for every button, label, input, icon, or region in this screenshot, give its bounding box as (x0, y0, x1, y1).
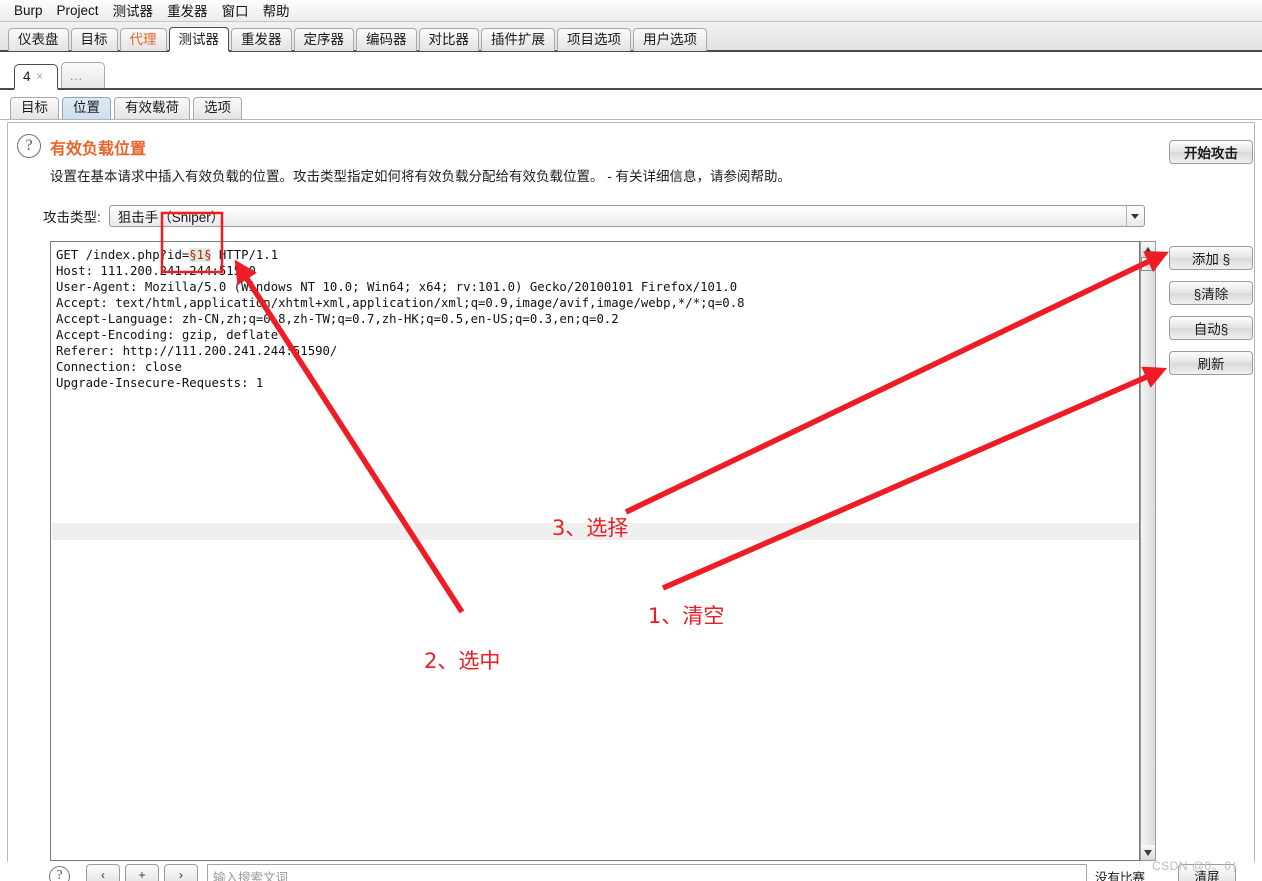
request-line-upgrade: Upgrade-Insecure-Requests: 1 (56, 376, 264, 390)
request-line-1-pre: GET /index.php?id= (56, 248, 190, 262)
attack-type-select[interactable]: 狙击手（Sniper） (108, 205, 1145, 227)
search-prev-button[interactable]: ‹ (86, 864, 120, 881)
attack-type-label: 攻击类型: (43, 210, 101, 225)
main-tab-strip: 仪表盘 目标 代理 测试器 重发器 定序器 编码器 对比器 插件扩展 项目选项 … (0, 22, 1262, 52)
scroll-up-icon[interactable] (1141, 242, 1155, 257)
close-icon[interactable]: × (37, 71, 43, 83)
request-line-1-post: HTTP/1.1 (211, 248, 279, 262)
intruder-sub-tab-strip: 目标 位置 有效载荷 选项 (0, 94, 1262, 120)
subtab-positions[interactable]: 位置 (62, 97, 111, 119)
tab-extender[interactable]: 插件扩展 (481, 28, 555, 51)
page-description: 设置在基本请求中插入有效负载的位置。攻击类型指定如何将有效负载分配给有效负载位置… (50, 169, 791, 184)
search-help-icon[interactable]: ? (49, 866, 70, 881)
tab-dashboard[interactable]: 仪表盘 (8, 28, 69, 51)
attack-tab-4[interactable]: 4 × (14, 64, 58, 90)
search-add-button[interactable]: + (125, 864, 159, 881)
match-count-label: 没有比赛 (1095, 871, 1146, 881)
ellipsis-icon: ... (70, 68, 84, 83)
attack-type-row: 攻击类型: 狙击手（Sniper） (43, 205, 1145, 227)
positions-panel: ? 有效负载位置 设置在基本请求中插入有效负载的位置。攻击类型指定如何将有效负载… (7, 122, 1255, 874)
request-line-accept-language: Accept-Language: zh-CN,zh;q=0.8,zh-TW;q=… (56, 312, 619, 326)
tab-sequencer[interactable]: 定序器 (293, 28, 354, 51)
request-text[interactable]: GET /index.php?id=§1§ HTTP/1.1 Host: 111… (51, 242, 1139, 391)
tab-target[interactable]: 目标 (70, 28, 118, 51)
help-icon[interactable]: ? (17, 134, 41, 158)
attack-tab-strip: 4 × ... (0, 54, 1262, 90)
request-line-accept: Accept: text/html,application/xhtml+xml,… (56, 296, 745, 310)
request-line-accept-encoding: Accept-Encoding: gzip, deflate (56, 328, 279, 342)
menu-bar: Burp Project 测试器 重发器 窗口 帮助 (0, 0, 1262, 22)
menu-item-project[interactable]: Project (50, 2, 106, 20)
request-line-referer: Referer: http://111.200.241.244:51590/ (56, 344, 338, 358)
burp-suite-window: Burp Project 测试器 重发器 窗口 帮助 仪表盘 目标 代理 测试器… (0, 0, 1262, 881)
annotation-label-1: 1、清空 (648, 604, 725, 628)
subtab-target[interactable]: 目标 (10, 97, 59, 119)
menu-item-burp[interactable]: Burp (7, 2, 50, 20)
request-line-connection: Connection: close (56, 360, 182, 374)
tab-project-options[interactable]: 项目选项 (557, 28, 631, 51)
tab-repeater[interactable]: 重发器 (231, 28, 292, 51)
attack-type-value: 狙击手（Sniper） (117, 210, 225, 225)
annotation-label-3: 3、选择 (552, 516, 629, 540)
add-payload-marker-button[interactable]: 添加 § (1169, 246, 1253, 270)
start-attack-button[interactable]: 开始攻击 (1169, 140, 1253, 164)
menu-item-window[interactable]: 窗口 (215, 0, 256, 22)
subtab-payloads[interactable]: 有效载荷 (114, 97, 190, 119)
menu-item-repeater[interactable]: 重发器 (160, 0, 215, 22)
request-line-host: Host: 111.200.241.244:51590 (56, 264, 256, 278)
tab-decoder[interactable]: 编码器 (356, 28, 417, 51)
refresh-button[interactable]: 刷新 (1169, 351, 1253, 375)
page-title: 有效负载位置 (50, 141, 147, 158)
csdn-watermark: CSDN @0。0； (1152, 859, 1244, 873)
search-input[interactable]: 输入搜索文词 (207, 864, 1087, 881)
search-next-button[interactable]: › (164, 864, 198, 881)
editor-vertical-scrollbar[interactable] (1140, 241, 1156, 861)
scrollbar-thumb[interactable] (1141, 257, 1155, 271)
request-line-user-agent: User-Agent: Mozilla/5.0 (Windows NT 10.0… (56, 280, 738, 294)
tab-proxy[interactable]: 代理 (119, 28, 167, 51)
tab-comparer[interactable]: 对比器 (418, 28, 479, 51)
menu-item-help[interactable]: 帮助 (256, 0, 297, 22)
annotation-label-2: 2、选中 (424, 649, 501, 673)
subtab-options[interactable]: 选项 (193, 97, 242, 119)
editor-search-bar: ? ‹ + › 输入搜索文词 没有比赛 清屏 (0, 862, 1262, 881)
auto-payload-markers-button[interactable]: 自动§ (1169, 316, 1253, 340)
payload-marker[interactable]: §1§ (189, 248, 212, 262)
menu-item-intruder[interactable]: 测试器 (106, 0, 161, 22)
attack-tab-label: 4 (23, 69, 31, 84)
new-attack-tab[interactable]: ... (61, 62, 105, 88)
tab-intruder[interactable]: 测试器 (168, 27, 229, 52)
clear-payload-markers-button[interactable]: §清除 (1169, 281, 1253, 305)
chevron-down-icon[interactable] (1125, 206, 1144, 226)
request-editor[interactable]: GET /index.php?id=§1§ HTTP/1.1 Host: 111… (50, 241, 1140, 861)
tab-user-options[interactable]: 用户选项 (633, 28, 707, 51)
